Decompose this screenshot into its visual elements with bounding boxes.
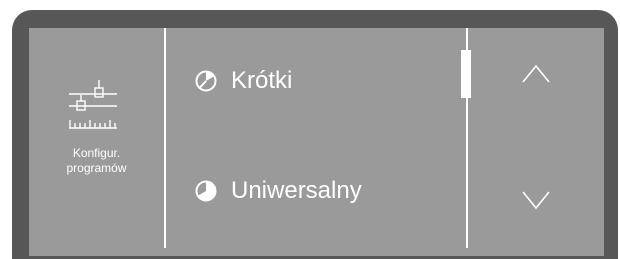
pie-universal-icon	[195, 180, 217, 202]
pie-short-icon	[195, 70, 217, 92]
scroll-up-button[interactable]	[499, 46, 573, 106]
program-settings-sliders-icon	[61, 80, 125, 136]
display-screen: Konfigur. programów Krótki Uniwersalny	[29, 28, 604, 256]
program-settings-label: Konfigur. programów	[29, 146, 164, 176]
program-item-krotki[interactable]: Krótki	[195, 64, 292, 98]
program-settings-label-line2: programów	[66, 161, 127, 175]
program-item-label: Uniwersalny	[231, 177, 362, 204]
chevron-up-icon	[521, 64, 551, 89]
scroll-down-button[interactable]	[499, 172, 573, 232]
chevron-down-icon	[521, 190, 551, 215]
program-item-uniwersalny[interactable]: Uniwersalny	[195, 174, 362, 208]
left-divider	[164, 28, 166, 248]
program-settings-button[interactable]: Konfigur. programów	[29, 28, 164, 256]
scrollbar-thumb[interactable]	[461, 50, 471, 98]
program-item-label: Krótki	[231, 67, 293, 94]
program-settings-label-line1: Konfigur.	[72, 146, 121, 160]
